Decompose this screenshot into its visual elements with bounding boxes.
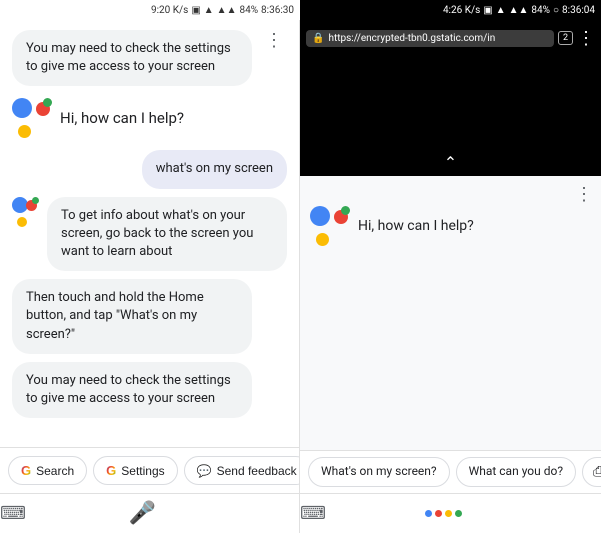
gdot-yellow: [445, 510, 452, 517]
right-middle: ⋮ Hi, how can I help?: [300, 176, 601, 450]
right-greeting-text: Hi, how can I help?: [358, 218, 474, 234]
logo-green-circle: [43, 98, 52, 107]
right-signal: ▲▲: [509, 5, 529, 16]
assistant-logo-small: [12, 197, 39, 227]
logo-r-green: [341, 206, 350, 215]
left-network: ▣: [191, 5, 200, 16]
right-wifi: ▲: [496, 5, 506, 16]
settings-button[interactable]: G Settings: [93, 456, 177, 485]
main-area: You may need to check the settings to gi…: [0, 20, 601, 533]
greeting-text: Hi, how can I help?: [60, 109, 184, 127]
g-logo-settings: G: [106, 463, 116, 478]
keyboard-icon-left[interactable]: ⌨: [0, 503, 26, 524]
logo-r-blue: [310, 206, 330, 226]
feedback-icon: 💬: [197, 464, 212, 478]
right-charging-icon: ○: [553, 5, 559, 16]
right-battery: 84%: [531, 5, 550, 16]
logo-s-yellow: [17, 217, 27, 227]
gdot-green: [455, 510, 462, 517]
search-button[interactable]: G Search: [8, 456, 87, 485]
bottom-nav-left: ⌨ 🎤: [0, 493, 299, 533]
left-speed: 9:20 K/s: [151, 5, 188, 16]
bottom-buttons: G Search G Settings 💬 Send feedback: [0, 447, 299, 493]
logo-s-green: [32, 197, 39, 204]
browser-more-button[interactable]: ⋮: [577, 28, 595, 49]
right-more-button[interactable]: ⋮: [575, 184, 593, 205]
g-logo-search: G: [21, 463, 31, 478]
bubble-assistant-3: Then touch and hold the Home button, and…: [12, 279, 252, 354]
keyboard-icon-right[interactable]: ⌨: [300, 503, 326, 524]
url-bar[interactable]: 🔒 https://encrypted-tbn0.gstatic.com/in: [306, 30, 554, 47]
assistant-logo-right: [310, 206, 350, 246]
greeting-row: Hi, how can I help?: [12, 98, 287, 138]
logo-r-yellow: [316, 233, 329, 246]
user-bubble: what's on my screen: [142, 150, 287, 188]
left-panel: You may need to check the settings to gi…: [0, 20, 300, 533]
left-time: 8:36:30: [261, 5, 294, 16]
assistant-response-row: To get info about what's on your screen,…: [12, 197, 287, 272]
gdot-blue: [425, 510, 432, 517]
left-battery: 84%: [239, 5, 258, 16]
browser-bar: 🔒 https://encrypted-tbn0.gstatic.com/in …: [300, 20, 601, 56]
right-panel: 🔒 https://encrypted-tbn0.gstatic.com/in …: [300, 20, 601, 533]
feedback-button[interactable]: 💬 Send feedback: [184, 456, 300, 485]
suggestions-row: What's on my screen? What can you do? ⎙: [300, 450, 601, 493]
more-options-button[interactable]: ⋮: [261, 30, 287, 51]
left-wifi: ▲: [204, 5, 214, 16]
microphone-icon[interactable]: 🎤: [129, 501, 156, 526]
gdot-red: [435, 510, 442, 517]
bubble-assistant-2: To get info about what's on your screen,…: [47, 197, 287, 272]
suggestion-chip-2[interactable]: What can you do?: [456, 457, 576, 487]
left-signal: ▲▲: [217, 5, 237, 16]
first-bubble-row: You may need to check the settings to gi…: [12, 30, 287, 86]
assistant-logo-large: [12, 98, 52, 138]
bubble-assistant-4: You may need to check the settings to gi…: [12, 362, 252, 418]
logo-yellow-circle: [18, 125, 31, 138]
suggestion-chip-1[interactable]: What's on my screen?: [308, 457, 450, 487]
google-dots: [425, 510, 462, 517]
lock-icon: 🔒: [312, 33, 324, 44]
right-network: ▣: [483, 5, 492, 16]
bottom-nav-right: ⌨: [300, 493, 601, 533]
left-status-bar: 9:20 K/s ▣ ▲ ▲▲ 84% 8:36:30: [0, 0, 300, 20]
right-time: 8:36:04: [562, 5, 595, 16]
assistant-right-section: Hi, how can I help?: [310, 206, 591, 246]
browser-content: ⌃: [300, 56, 601, 176]
share-chip[interactable]: ⎙: [582, 457, 601, 487]
right-status-bar: 4:26 K/s ▣ ▲ ▲▲ 84% ○ 8:36:04: [300, 0, 601, 20]
tab-count[interactable]: 2: [558, 31, 573, 45]
chat-area: You may need to check the settings to gi…: [0, 20, 299, 447]
url-text: https://encrypted-tbn0.gstatic.com/in: [328, 33, 495, 44]
bubble-assistant-1: You may need to check the settings to gi…: [12, 30, 252, 86]
chevron-up-icon[interactable]: ⌃: [444, 153, 457, 172]
right-speed: 4:26 K/s: [443, 5, 480, 16]
logo-blue-circle: [12, 98, 32, 118]
